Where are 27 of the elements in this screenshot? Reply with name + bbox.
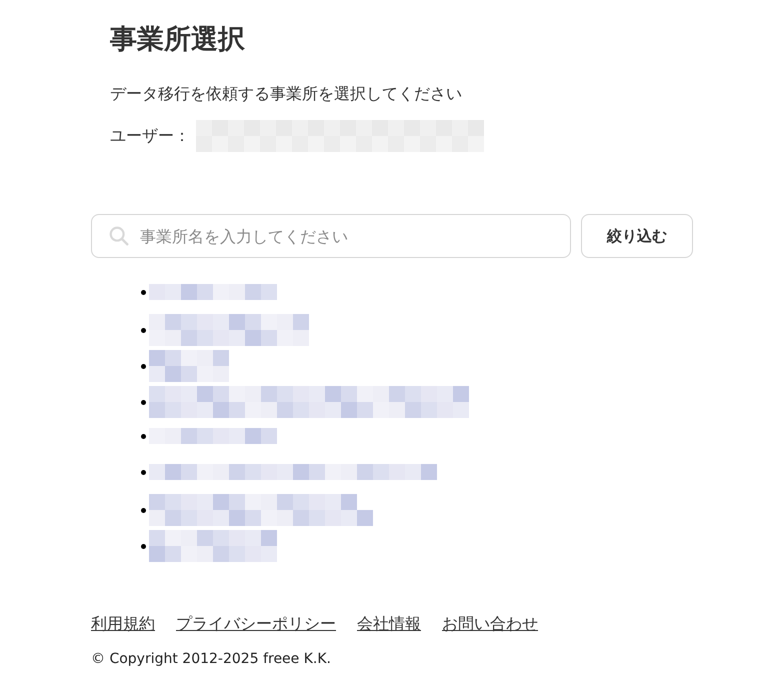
office-item[interactable]	[149, 428, 277, 444]
bullet-icon	[141, 290, 146, 294]
search-icon	[108, 225, 130, 247]
bullet-icon	[141, 544, 146, 549]
description-text: データ移行を依頼する事業所を選択してください	[110, 83, 463, 105]
office-item[interactable]	[149, 284, 277, 300]
office-item[interactable]	[149, 386, 469, 418]
office-item[interactable]	[149, 494, 373, 526]
office-item[interactable]	[149, 314, 309, 346]
filter-button[interactable]: 絞り込む	[581, 214, 693, 258]
bullet-icon	[141, 328, 146, 333]
bullet-icon	[141, 470, 146, 474]
footer-link[interactable]: プライバシーポリシー	[176, 614, 336, 635]
page-title: 事業所選択	[110, 23, 246, 57]
office-item[interactable]	[149, 350, 229, 382]
bullet-icon	[141, 400, 146, 405]
footer-link[interactable]: 会社情報	[357, 614, 421, 635]
footer-link[interactable]: 利用規約	[91, 614, 155, 635]
user-label: ユーザー：	[110, 125, 190, 147]
footer-link[interactable]: お問い合わせ	[442, 614, 538, 635]
copyright-text: © Copyright 2012-2025 freee K.K.	[91, 651, 332, 667]
office-item[interactable]	[149, 530, 277, 562]
bullet-icon	[141, 364, 146, 369]
bullet-icon	[141, 434, 146, 438]
office-item[interactable]	[149, 464, 437, 480]
search-field[interactable]: 事業所名を入力してください	[91, 214, 571, 258]
bullet-icon	[141, 508, 146, 513]
